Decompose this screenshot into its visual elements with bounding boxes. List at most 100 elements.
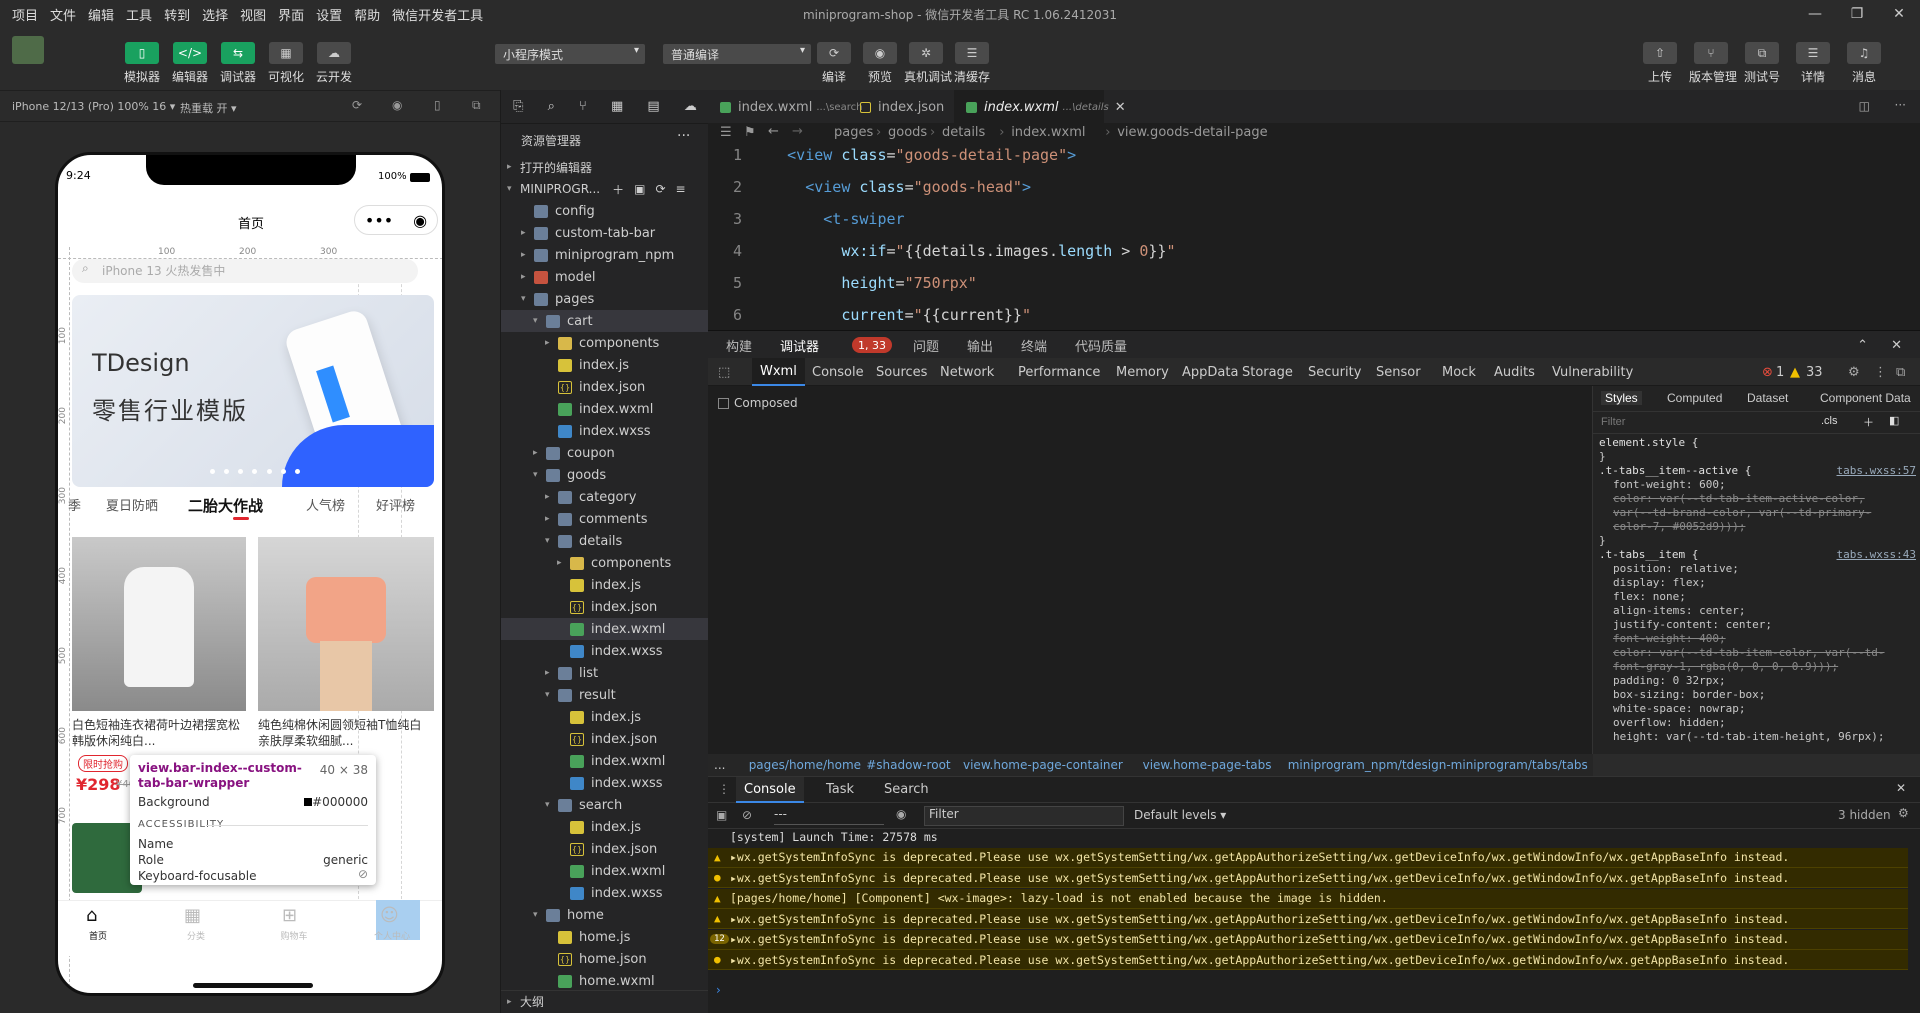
devtools-tab[interactable]: Console xyxy=(812,358,864,386)
breadcrumb-item[interactable]: index.wxml xyxy=(1011,125,1085,140)
compile-select[interactable]: 普通编译 xyxy=(663,44,811,64)
styles-tab[interactable]: Component Data xyxy=(1820,391,1911,405)
menu-item[interactable]: 界面 xyxy=(272,5,310,24)
style-line[interactable]: .t-tabs__item { xyxy=(1599,548,1698,561)
style-source-link[interactable]: tabs.wxss:57 xyxy=(1837,464,1916,477)
style-line[interactable]: element.style { xyxy=(1599,436,1698,449)
folder-item[interactable]: config xyxy=(501,200,709,222)
devtools-tab[interactable]: Network xyxy=(940,358,994,386)
drawer-menu-icon[interactable]: ⋮ xyxy=(718,782,730,796)
style-line[interactable]: overflow: hidden; xyxy=(1613,716,1726,729)
more-icon[interactable]: ··· xyxy=(1895,98,1906,112)
upload-button[interactable]: ⇧ 上传 xyxy=(1638,42,1682,85)
style-line[interactable]: box-sizing: border-box; xyxy=(1613,688,1765,701)
folder-item[interactable]: ▸ list xyxy=(501,662,709,684)
menu-item[interactable]: 工具 xyxy=(120,5,158,24)
folder-item[interactable]: ▸ miniprogram_npm xyxy=(501,244,709,266)
project-root[interactable]: ▾ MINIPROGR... ＋ ▣ ⟳ ≡ xyxy=(501,178,709,200)
style-line[interactable]: .t-tabs__item--active { xyxy=(1599,464,1751,477)
style-line[interactable]: padding: 0 32rpx; xyxy=(1613,674,1726,687)
home-tab[interactable]: 人气榜 xyxy=(306,495,345,514)
folder-item[interactable]: ▸ category xyxy=(501,486,709,508)
storage-icon[interactable]: ▤ xyxy=(647,99,659,114)
devtools-tab[interactable]: Sources xyxy=(876,358,927,386)
style-line[interactable]: white-space: nowrap; xyxy=(1613,702,1745,715)
eye-icon[interactable]: ◉ xyxy=(896,807,906,821)
debugger-tab[interactable]: 问题 xyxy=(913,331,939,359)
tab-bar-item[interactable]: 分类 xyxy=(174,929,218,942)
bell-button[interactable]: ♫ 消息 xyxy=(1842,42,1886,85)
file-item[interactable]: index.wxml xyxy=(501,750,709,772)
phone-icon[interactable]: ▯ xyxy=(434,98,441,112)
file-item[interactable]: index.js xyxy=(501,574,709,596)
file-item[interactable]: index.js xyxy=(501,354,709,376)
bookmark-icon[interactable]: ⚑ xyxy=(744,125,756,140)
console-message[interactable]: 12 ▸wx.getSystemInfoSync is deprecated.Pl… xyxy=(708,929,1908,950)
composed-checkbox[interactable] xyxy=(718,398,729,409)
menu-item[interactable]: 选择 xyxy=(196,5,234,24)
editor-tab[interactable]: index.wxml ...\details ✕ xyxy=(954,90,1126,125)
tab-bar-item[interactable]: 首页 xyxy=(76,929,120,942)
product-name-1[interactable]: 白色短袖连衣裙荷叶边裙摆宽松韩版休闲纯白... xyxy=(72,717,242,749)
collapse-icon[interactable]: ⌃ xyxy=(1857,331,1868,359)
style-line[interactable]: font-weight: 600; xyxy=(1613,478,1726,491)
close-icon[interactable]: ✕ xyxy=(1878,0,1920,28)
menu-item[interactable]: 项目 xyxy=(6,5,44,24)
back-icon[interactable]: ← xyxy=(768,124,779,139)
forward-icon[interactable]: → xyxy=(792,124,803,139)
minimize-icon[interactable]: — xyxy=(1794,0,1836,28)
prompt-icon[interactable]: › xyxy=(716,983,721,997)
outline-section[interactable]: ▸ 大纲 xyxy=(501,990,709,1012)
code-line[interactable]: 5 height="750rpx" xyxy=(708,274,977,292)
user-icon[interactable]: ☺ xyxy=(380,905,399,926)
devtools-tab[interactable]: Audits xyxy=(1494,358,1535,386)
style-line[interactable]: align-items: center; xyxy=(1613,604,1745,617)
cls-toggle[interactable]: .cls xyxy=(1821,415,1838,427)
style-line[interactable]: color: var(--td-tab-item-active-color, xyxy=(1613,492,1865,505)
error-badge[interactable]: 1, 33 xyxy=(852,337,892,353)
capsule-menu[interactable]: ••• ◉ xyxy=(354,205,438,235)
testid-button[interactable]: ⧉ 测试号 xyxy=(1740,42,1784,85)
dom-crumb-item[interactable]: pages/home/home xyxy=(749,758,861,772)
folder-item[interactable]: ▸ components xyxy=(501,552,709,574)
folder-item[interactable]: ▾ home xyxy=(501,904,709,926)
dom-crumb-item[interactable]: view.home-page-tabs xyxy=(1143,758,1272,772)
style-source-link[interactable]: tabs.wxss:43 xyxy=(1837,548,1916,561)
styles-filter[interactable]: Filter xyxy=(1601,416,1625,428)
clear-icon[interactable]: ⊘ xyxy=(742,808,752,822)
home-icon[interactable]: ⌂ xyxy=(86,905,97,926)
breadcrumb-item[interactable]: pages xyxy=(834,125,873,140)
devtools-tab[interactable]: Memory xyxy=(1116,358,1169,386)
breadcrumb-item[interactable]: view.goods-detail-page xyxy=(1117,125,1267,140)
cart-icon[interactable]: ⊞ xyxy=(282,905,297,926)
file-item[interactable]: {} index.json xyxy=(501,728,709,750)
debugger-tab[interactable]: 终端 xyxy=(1021,331,1047,359)
devtools-tab[interactable]: Storage xyxy=(1242,358,1293,386)
details-button[interactable]: ☰ 详情 xyxy=(1791,42,1835,85)
console-tab[interactable]: Task xyxy=(818,777,862,803)
close-tab-icon[interactable]: ✕ xyxy=(1115,100,1126,115)
banner-dots[interactable] xyxy=(210,469,300,477)
tab-bar-item[interactable]: 购物车 xyxy=(272,929,316,942)
new-file-icon[interactable]: ＋ xyxy=(612,181,624,198)
visual-button[interactable]: ▦ 可视化 xyxy=(264,42,308,85)
devtools-tab[interactable]: Security xyxy=(1308,358,1361,386)
breadcrumb-item[interactable]: goods xyxy=(888,125,927,140)
dom-crumb-item[interactable]: view.home-page-container xyxy=(963,758,1123,772)
cloud-icon[interactable]: ☁ xyxy=(684,99,697,114)
code-line[interactable]: 6 current="{{current}}" xyxy=(708,306,1031,324)
console-message[interactable]: [system] Launch Time: 27578 ms xyxy=(708,827,1908,847)
dock-icon[interactable]: ⧉ xyxy=(1896,358,1905,386)
folder-item[interactable]: ▸ components xyxy=(501,332,709,354)
split-editor-icon[interactable]: ◫ xyxy=(1859,99,1870,113)
wxml-panel[interactable]: Composed xyxy=(708,386,1593,754)
version-button[interactable]: ⑂ 版本管理 xyxy=(1689,42,1737,85)
product-image-2[interactable] xyxy=(258,537,434,711)
devtools-tab[interactable]: Wxml xyxy=(752,358,805,386)
styles-tab[interactable]: Dataset xyxy=(1747,391,1788,405)
product-name-2[interactable]: 纯色纯棉休闲圆领短袖T恤纯白亲肤厚柔软细腻... xyxy=(258,717,432,749)
levels-select[interactable]: Default levels ▾ xyxy=(1134,808,1226,822)
open-editors[interactable]: ▸ 打开的编辑器 xyxy=(501,156,709,178)
styles-tab[interactable]: Computed xyxy=(1667,391,1722,405)
file-item[interactable]: index.wxss xyxy=(501,420,709,442)
